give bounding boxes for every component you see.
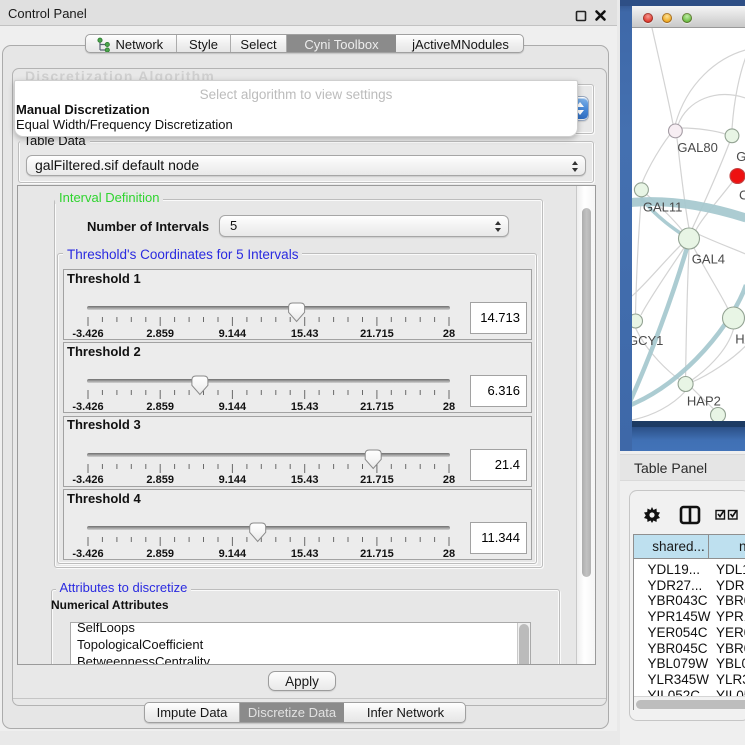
svg-text:GAL2: GAL2 xyxy=(736,149,745,164)
svg-text:GCY1: GCY1 xyxy=(632,333,663,348)
svg-text:GAL4: GAL4 xyxy=(691,252,724,267)
svg-text:HAP: HAP xyxy=(735,332,745,347)
svg-text:GAL11: GAL11 xyxy=(642,200,682,215)
svg-text:HAP2: HAP2 xyxy=(686,394,720,409)
svg-text:CYB: CYB xyxy=(739,188,745,203)
svg-text:GAL80: GAL80 xyxy=(677,140,717,155)
